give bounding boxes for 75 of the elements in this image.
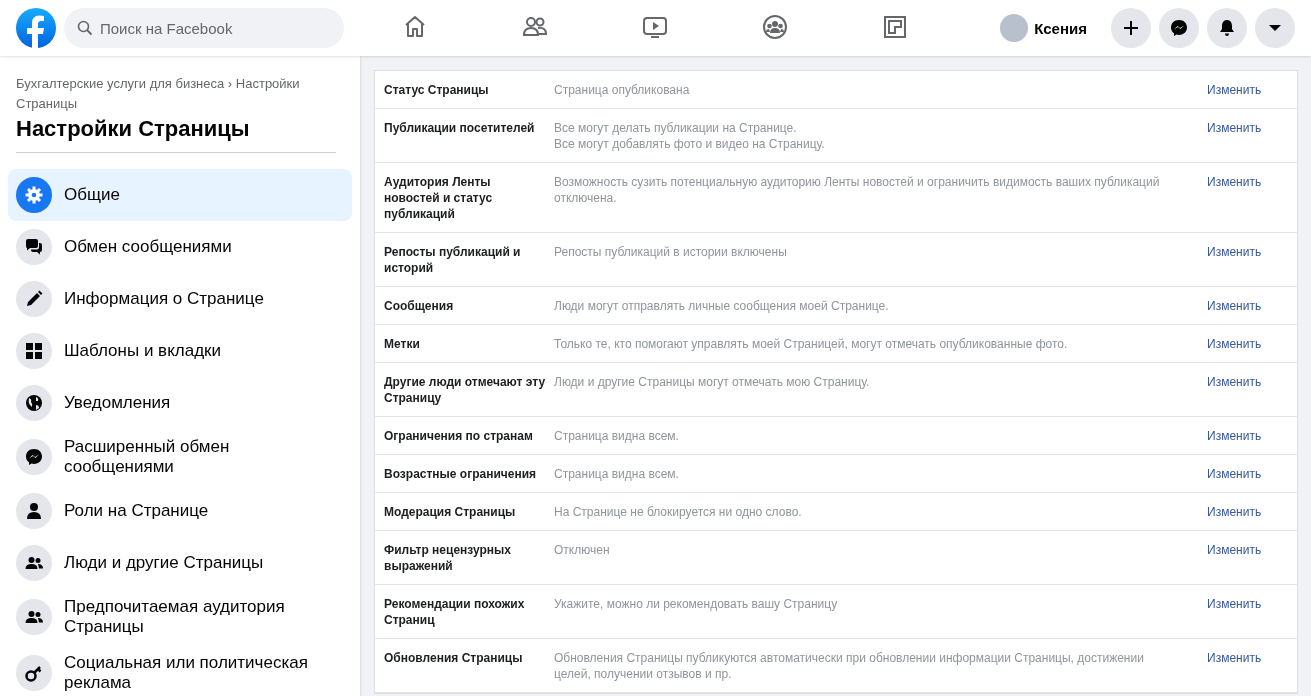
edit-link[interactable]: Изменить — [1207, 429, 1262, 443]
sidebar-item[interactable]: Общие — [8, 169, 352, 221]
edit-link[interactable]: Изменить — [1207, 121, 1262, 135]
setting-name: Публикации посетителей — [384, 120, 536, 137]
messenger-icon — [16, 439, 52, 475]
sidebar-item[interactable]: Социальная или политическая реклама — [8, 645, 336, 696]
globe-icon — [16, 385, 52, 421]
edit-link[interactable]: Изменить — [1207, 83, 1262, 97]
key-icon — [16, 655, 52, 691]
setting-value: Люди могут отправлять личные сообщения моей Странице. — [554, 298, 890, 314]
setting-value: Страница видна всем. — [554, 466, 680, 482]
setting-value: Все могут делать публикации на Странице. — [554, 120, 798, 136]
messenger-icon — [1169, 18, 1189, 38]
setting-name: Сообщения — [384, 298, 455, 314]
setting-name: Обновления Страницы — [384, 650, 524, 667]
setting-value: Страница опубликована — [554, 82, 691, 98]
messenger-button[interactable] — [1159, 8, 1199, 48]
setting-value: Возможность сузить потенциальную аудиторию Ленты новостей и ограничить видимость ваших публикаций отключена. — [554, 174, 1161, 206]
setting-name: Рекомендации похожих Страниц — [384, 596, 526, 628]
setting-value: Все могут добавлять фото и видео на Страницу. — [554, 136, 826, 152]
person-icon — [16, 493, 52, 529]
plus-button[interactable] — [1111, 8, 1151, 48]
edit-link[interactable]: Изменить — [1207, 299, 1262, 313]
edit-link[interactable]: Изменить — [1207, 505, 1262, 519]
setting-name: Метки — [384, 336, 421, 352]
sidebar-item[interactable]: Обмен сообщениями — [8, 221, 336, 273]
sidebar-item[interactable]: Люди и другие Страницы — [8, 537, 336, 589]
grid-icon — [16, 333, 52, 369]
edit-link[interactable]: Изменить — [1207, 597, 1262, 611]
setting-value: На Странице не блокируется ни одно слово. — [554, 504, 803, 520]
setting-name: Модерация Страницы — [384, 504, 517, 520]
chat-icon — [16, 229, 52, 265]
edit-link[interactable]: Изменить — [1207, 375, 1262, 389]
setting-value: Обновления Страницы публикуются автоматически при обновлении информации Страницы, достижении целей, получении отзывов и пр. — [554, 650, 1145, 682]
setting-value: Отключен — [554, 542, 611, 558]
edit-link[interactable]: Изменить — [1207, 337, 1262, 351]
setting-value: Только те, кто помогают управлять моей Страницей, могут отмечать опубликованные фото. — [554, 336, 1069, 352]
people-icon — [16, 545, 52, 581]
sidebar-item[interactable]: Роли на Странице — [8, 485, 336, 537]
sidebar-item[interactable]: Шаблоны и вкладки — [8, 325, 336, 377]
people-icon — [16, 599, 52, 635]
search-field[interactable]: Поиск на Facebook — [64, 8, 344, 48]
setting-name: Возрастные ограничения — [384, 466, 538, 482]
sidebar-item[interactable]: Уведомления — [8, 377, 336, 429]
sidebar-item[interactable]: Предпочитаемая аудитория Страницы — [8, 589, 336, 645]
setting-name: Другие люди отмечают эту Страницу — [384, 374, 547, 406]
breadcrumb[interactable]: Бухгалтерские услуги для бизнеса › Настройки Страницы — [8, 74, 336, 114]
facebook-logo[interactable] — [16, 8, 56, 48]
sidebar-item[interactable]: Информация о Странице — [8, 273, 336, 325]
edit-link[interactable]: Изменить — [1207, 651, 1262, 665]
setting-value: Репосты публикаций в истории включены — [554, 244, 788, 260]
gear-icon — [16, 177, 52, 213]
setting-name: Статус Страницы — [384, 82, 490, 98]
pencil-icon — [16, 281, 52, 317]
setting-value: Укажите, можно ли рекомендовать вашу Страницу — [554, 596, 839, 612]
avatar — [1000, 14, 1029, 42]
groups-icon — [761, 12, 789, 41]
setting-name: Аудитория Ленты новостей и статус публикаций — [384, 174, 494, 222]
setting-name: Ограничения по странам — [384, 428, 534, 444]
profile-link[interactable]: Ксения — [996, 10, 1099, 46]
edit-link[interactable]: Изменить — [1207, 245, 1262, 259]
bell-button[interactable] — [1207, 8, 1247, 48]
edit-link[interactable]: Изменить — [1207, 467, 1262, 481]
edit-link[interactable]: Изменить — [1207, 543, 1262, 557]
search-icon — [77, 20, 93, 36]
setting-value: Страница видна всем. — [554, 428, 680, 444]
plus-icon — [1121, 18, 1141, 38]
setting-value: Люди и другие Страницы могут отмечать мою Страницу. — [554, 374, 871, 390]
caret-button[interactable] — [1255, 8, 1295, 48]
sidebar-item[interactable]: Расширенный обмен сообщениями — [8, 429, 336, 485]
setting-name: Фильтр нецензурных выражений — [384, 542, 512, 574]
bell-icon — [1217, 18, 1237, 38]
setting-name: Репосты публикаций и историй — [384, 244, 522, 276]
edit-link[interactable]: Изменить — [1207, 175, 1262, 189]
page-title: Настройки Страницы — [16, 116, 336, 153]
